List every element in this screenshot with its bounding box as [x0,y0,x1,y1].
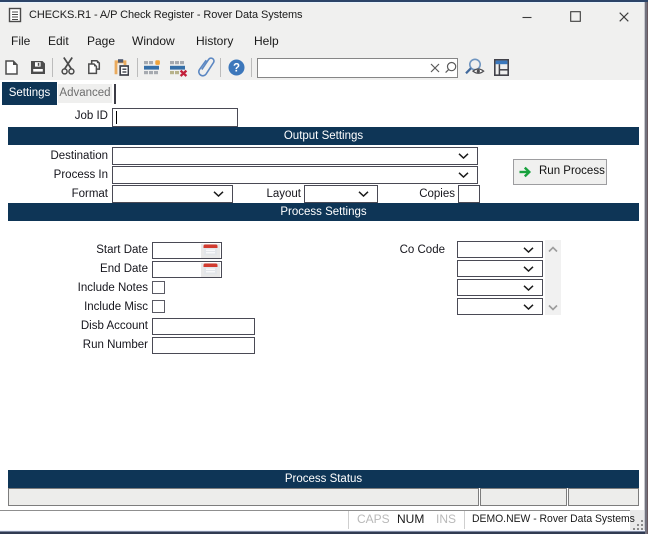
svg-text:?: ? [233,63,240,75]
